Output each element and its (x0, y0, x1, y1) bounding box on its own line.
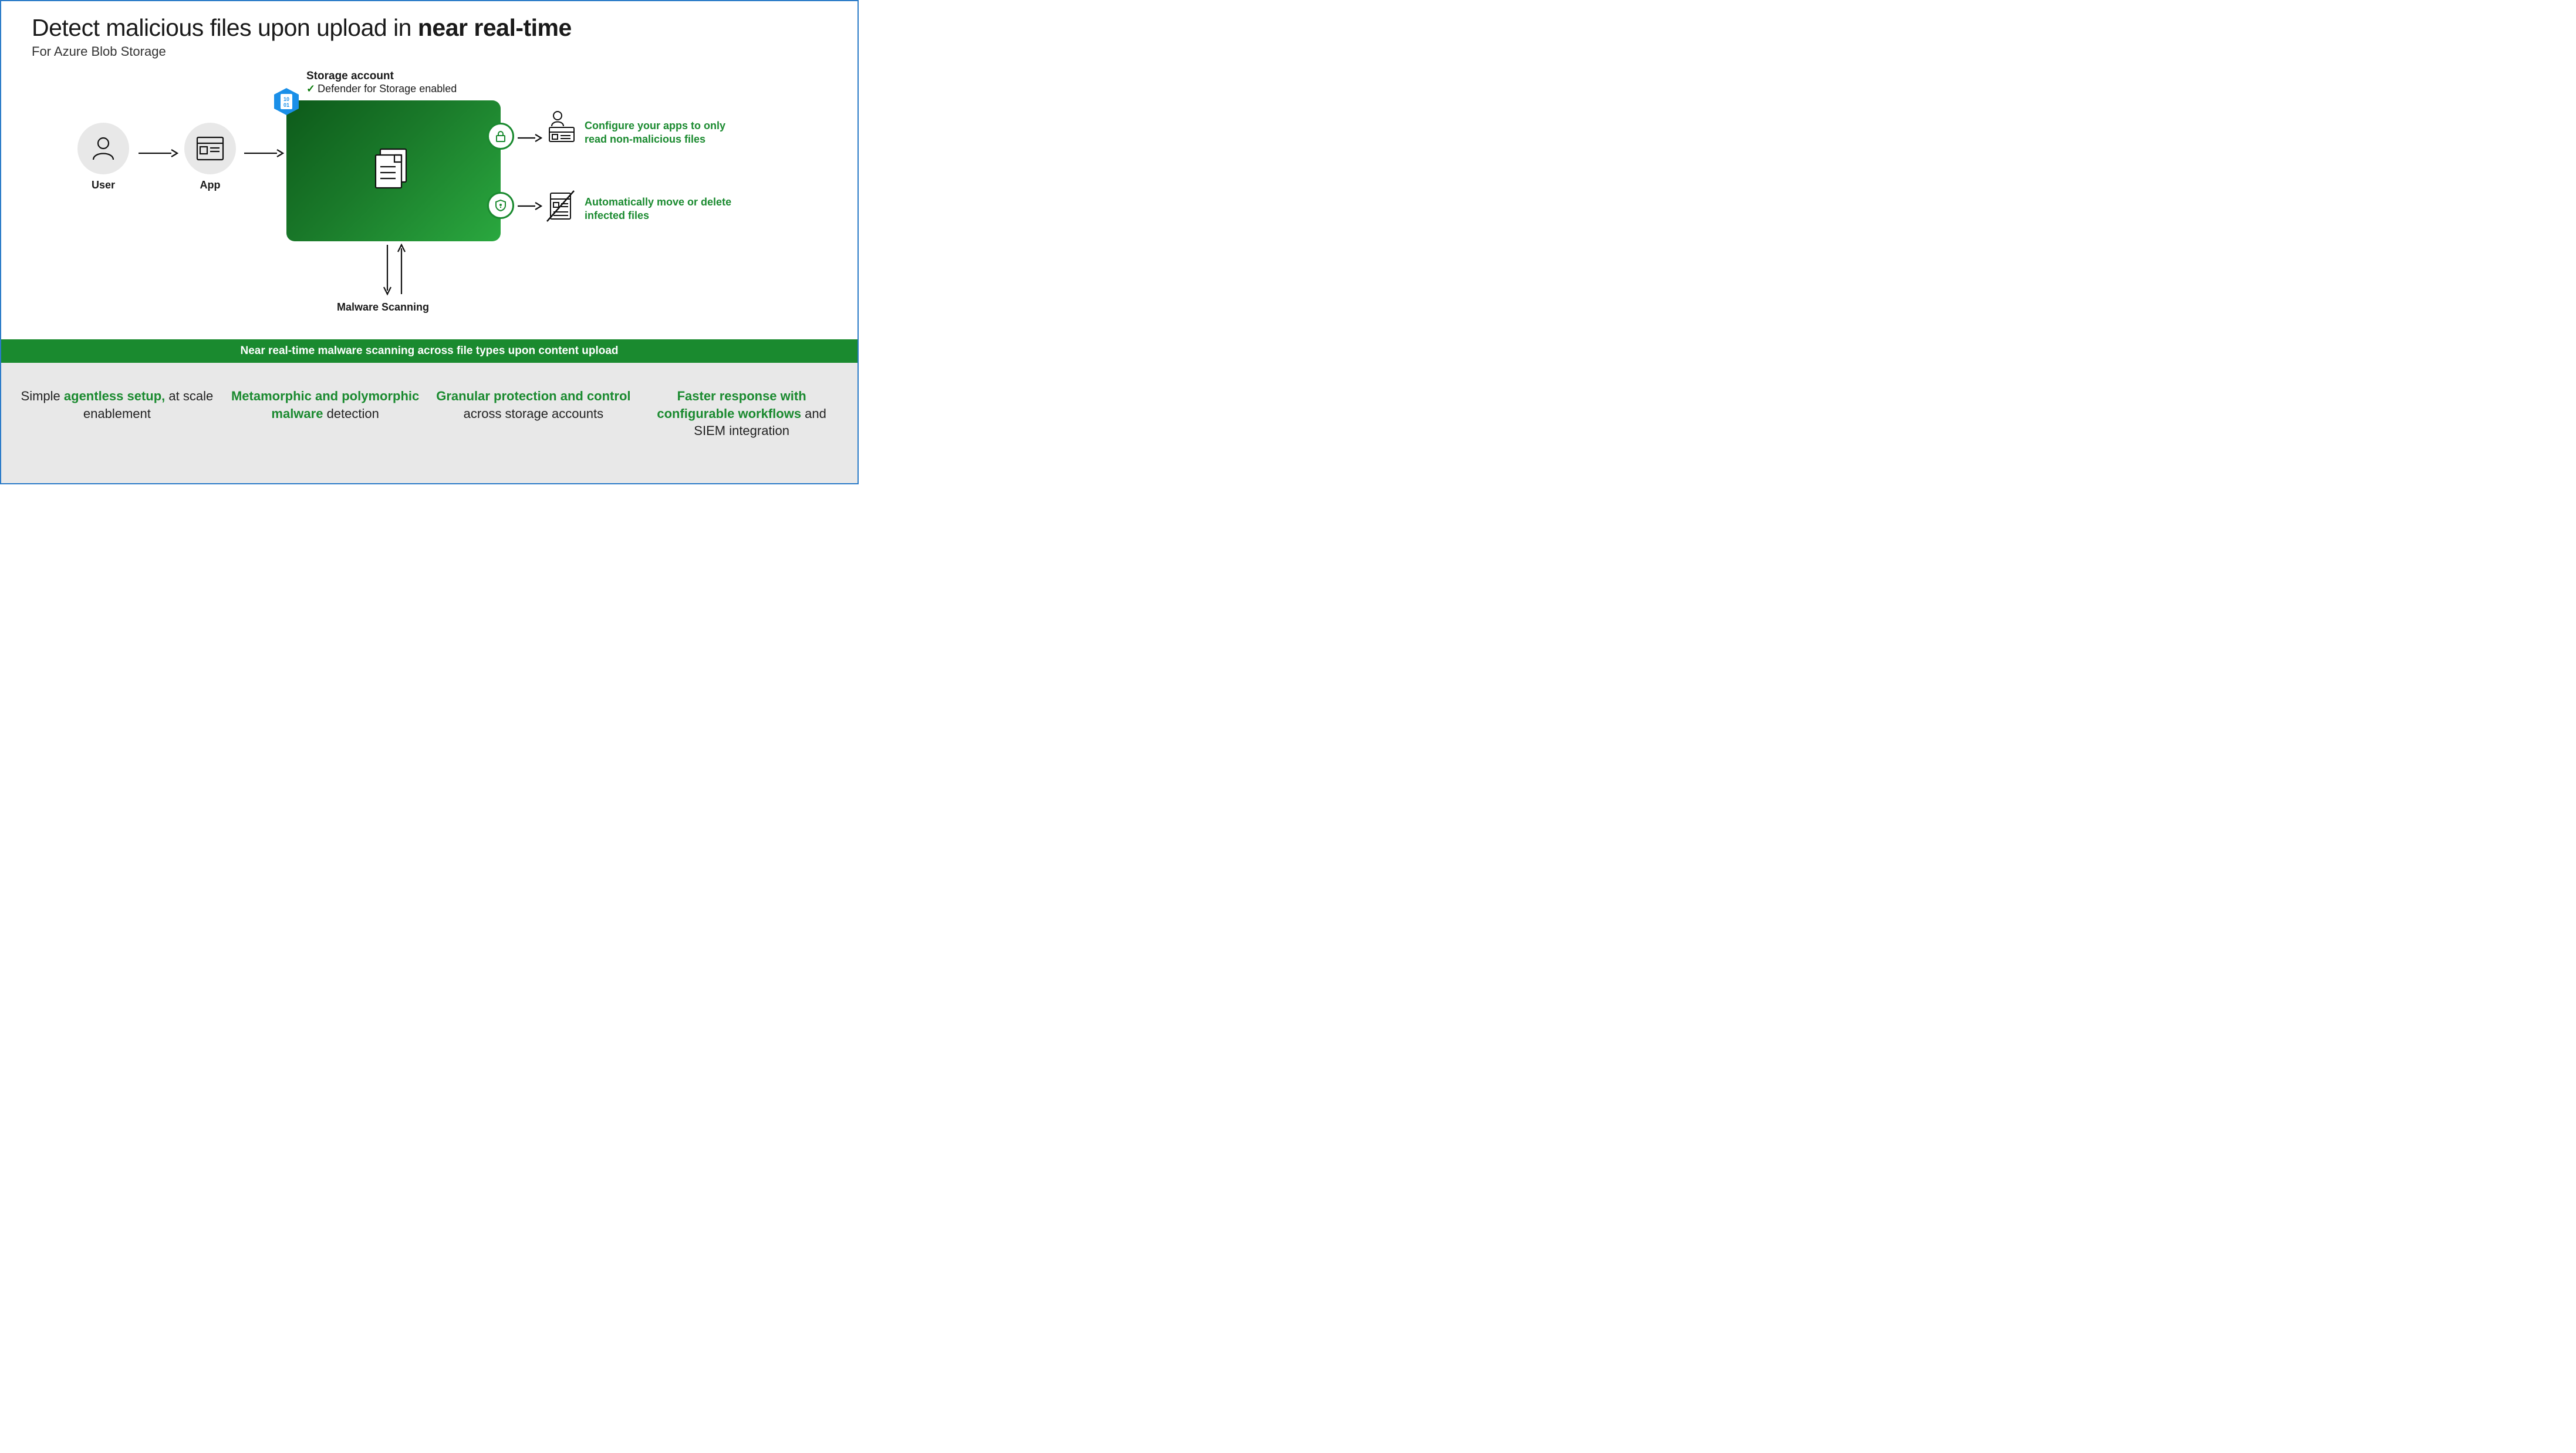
arrow-icon (516, 132, 542, 144)
page-title: Detect malicious files upon upload in ne… (32, 14, 827, 42)
hex-icon: 10 01 (272, 87, 301, 116)
feature-2: Metamorphic and polymorphic malware dete… (227, 387, 424, 483)
app-icon (184, 123, 236, 174)
out1-label: Configure your apps to only read non-mal… (585, 119, 737, 147)
lock-badge (487, 123, 514, 150)
slide-frame: Detect malicious files upon upload in ne… (0, 0, 859, 484)
banner: Near real-time malware scanning across f… (1, 339, 857, 363)
feature-4: Faster response with configurable workfl… (643, 387, 840, 483)
title-bold: near real-time (418, 14, 572, 41)
feature-3: Granular protection and control across s… (435, 387, 632, 483)
user-icon (77, 123, 129, 174)
files-icon (367, 144, 420, 197)
arrow-icon (243, 147, 284, 159)
user-app-icon (543, 110, 579, 145)
storage-title: Storage account (306, 70, 457, 83)
feature-1: Simple agentless setup, at scale enablem… (19, 387, 215, 483)
header: Detect malicious files upon upload in ne… (1, 1, 857, 59)
malware-label: Malware Scanning (337, 301, 429, 313)
check-icon: ✓ (306, 83, 315, 95)
arrow-icon (137, 147, 178, 159)
features-row: Simple agentless setup, at scale enablem… (1, 363, 857, 483)
svg-text:10: 10 (283, 96, 289, 102)
app-label: App (184, 179, 236, 191)
svg-text:01: 01 (283, 102, 289, 108)
storage-status: Defender for Storage enabled (318, 83, 457, 95)
shield-badge (487, 192, 514, 219)
subtitle: For Azure Blob Storage (32, 44, 827, 59)
diagram-area: User App (1, 65, 857, 318)
storage-box: 10 01 (286, 100, 501, 241)
user-node: User (77, 123, 129, 191)
title-plain: Detect malicious files upon upload in (32, 14, 418, 41)
arrow-icon (516, 200, 542, 212)
storage-status-line: ✓Defender for Storage enabled (306, 83, 457, 95)
user-label: User (77, 179, 129, 191)
out2-label: Automatically move or delete infected fi… (585, 195, 737, 223)
scan-arrows-icon (377, 242, 412, 299)
storage-header: Storage account ✓Defender for Storage en… (306, 70, 457, 95)
app-node: App (184, 123, 236, 191)
delete-file-icon (543, 188, 579, 224)
